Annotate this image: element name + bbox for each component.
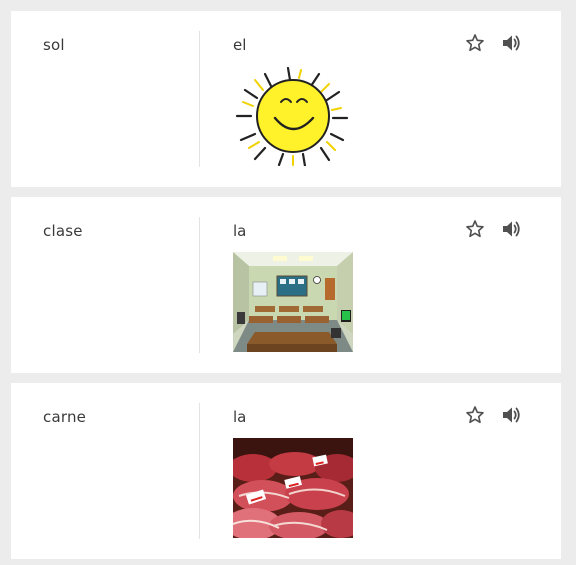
term-text: sol: [43, 36, 65, 54]
card-divider: [199, 31, 200, 167]
card-divider: [199, 217, 200, 353]
article-text: la: [233, 408, 247, 426]
article-text: la: [233, 222, 247, 240]
star-outline-icon: [466, 406, 484, 424]
favorite-button[interactable]: [465, 405, 485, 425]
classroom-image: [233, 252, 353, 352]
card-divider: [199, 403, 200, 539]
flashcard-list: sol el clase la carne la: [0, 0, 576, 565]
flashcard: carne la: [11, 383, 561, 559]
term-text: carne: [43, 408, 87, 426]
favorite-button[interactable]: [465, 219, 485, 239]
term-text: clase: [43, 222, 83, 240]
star-outline-icon: [466, 34, 484, 52]
meat-image: [233, 438, 353, 538]
flashcard: sol el: [11, 11, 561, 187]
sun-image: [233, 66, 353, 166]
article-text: el: [233, 36, 247, 54]
flashcard: clase la: [11, 197, 561, 373]
star-outline-icon: [466, 220, 484, 238]
play-audio-button[interactable]: [500, 218, 522, 240]
speaker-icon: [503, 35, 520, 51]
play-audio-button[interactable]: [500, 404, 522, 426]
speaker-icon: [503, 221, 520, 237]
favorite-button[interactable]: [465, 33, 485, 53]
speaker-icon: [503, 407, 520, 423]
play-audio-button[interactable]: [500, 32, 522, 54]
